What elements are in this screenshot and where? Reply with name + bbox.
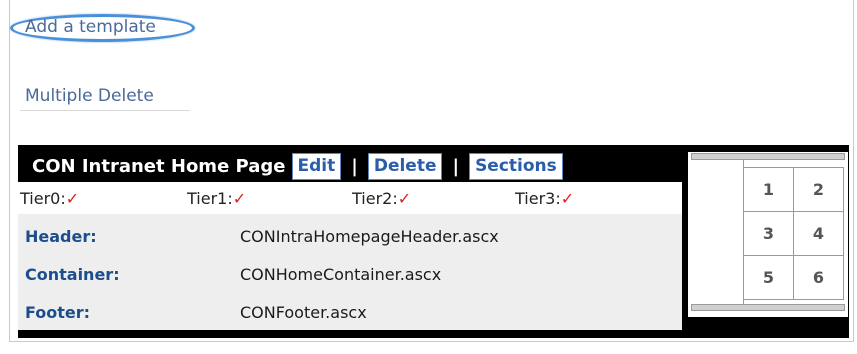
separator: | <box>351 155 358 177</box>
sections-grid: 1 2 3 4 5 6 <box>743 167 845 303</box>
template-title: CON Intranet Home Page <box>32 155 286 177</box>
check-icon: ✓ <box>560 189 575 208</box>
header-label: Header: <box>25 227 97 246</box>
section-cell: 2 <box>793 167 844 212</box>
check-icon: ✓ <box>232 189 247 208</box>
section-cell: 3 <box>743 211 794 256</box>
delete-button[interactable]: Delete <box>367 152 443 180</box>
footer-row: Footer: CONFooter.ascx <box>18 293 682 331</box>
footer-value: CONFooter.ascx <box>240 303 367 322</box>
tier-3: Tier3:✓ <box>515 189 575 208</box>
template-panel: CON Intranet Home Page Edit | Delete | S… <box>18 145 849 338</box>
container-row: Container: CONHomeContainer.ascx <box>18 255 682 293</box>
tier-1: Tier1:✓ <box>187 189 247 208</box>
add-template-link[interactable]: Add a template <box>25 17 156 37</box>
section-cell: 4 <box>793 211 844 256</box>
tier-2: Tier2:✓ <box>352 189 412 208</box>
divider <box>20 110 190 111</box>
edit-button[interactable]: Edit <box>291 152 342 180</box>
template-details: Header: CONIntraHomepageHeader.ascx Cont… <box>18 214 682 330</box>
template-header: CON Intranet Home Page Edit | Delete | S… <box>32 152 563 180</box>
container-label: Container: <box>25 265 120 284</box>
tier-0: Tier0:✓ <box>20 189 80 208</box>
section-cell: 6 <box>793 255 844 300</box>
tier-row: Tier0:✓ Tier1:✓ Tier2:✓ Tier3:✓ <box>18 182 682 214</box>
footer-label: Footer: <box>25 303 91 322</box>
sections-button[interactable]: Sections <box>469 152 563 180</box>
container-value: CONHomeContainer.ascx <box>240 265 442 284</box>
check-icon: ✓ <box>397 189 412 208</box>
header-value: CONIntraHomepageHeader.ascx <box>240 227 499 246</box>
header-row: Header: CONIntraHomepageHeader.ascx <box>18 217 682 255</box>
grid-bottom-bar <box>691 304 845 311</box>
section-cell: 1 <box>743 167 794 212</box>
sections-grid-preview: 1 2 3 4 5 6 <box>688 152 848 317</box>
separator: | <box>452 155 460 177</box>
multiple-delete-link[interactable]: Multiple Delete <box>25 86 154 106</box>
section-cell: 5 <box>743 255 794 300</box>
check-icon: ✓ <box>65 189 80 208</box>
grid-top-bar <box>691 153 845 160</box>
